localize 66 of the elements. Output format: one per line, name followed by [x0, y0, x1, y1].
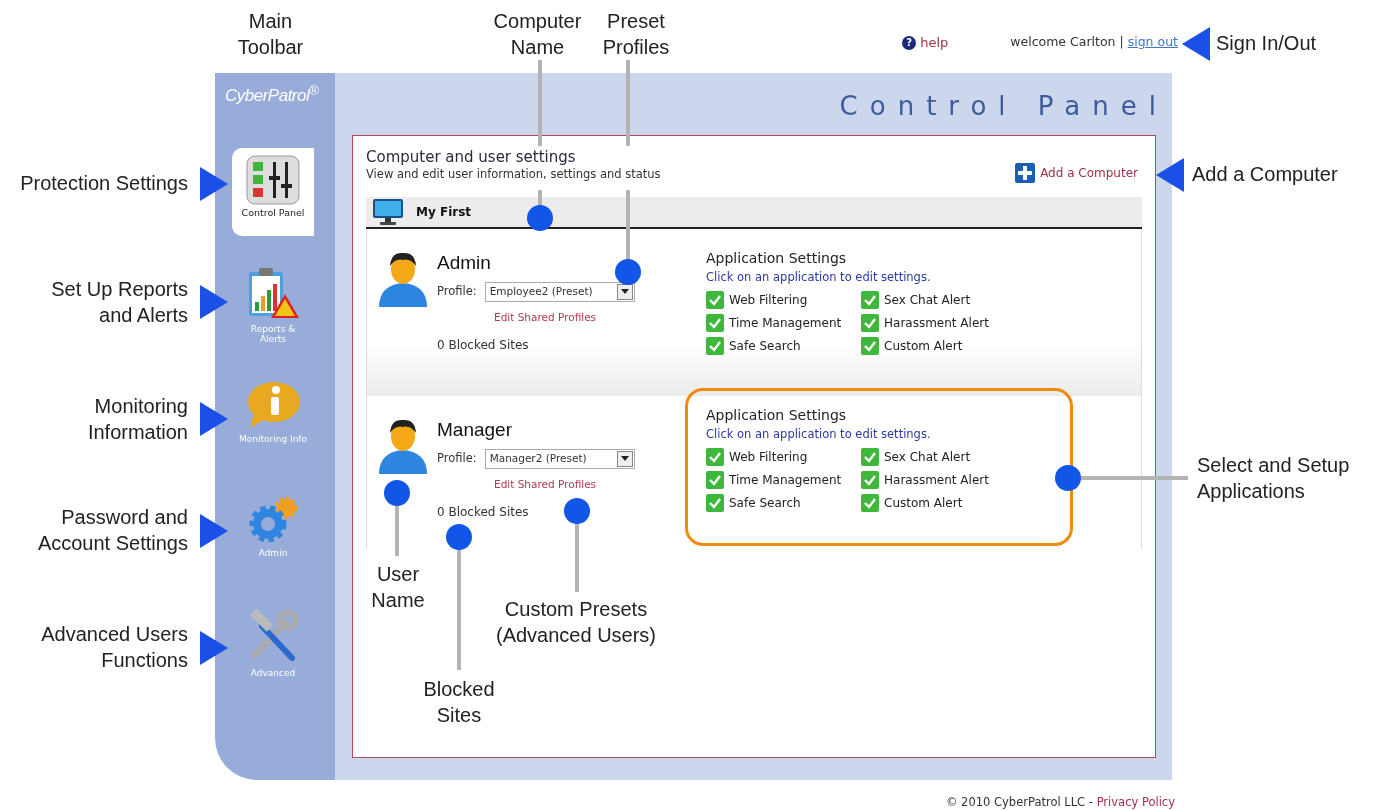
application-item[interactable]: Harassment Alert [861, 470, 1021, 489]
pointer-arrow [1156, 158, 1184, 192]
add-computer-link[interactable]: Add a Computer [1015, 163, 1138, 184]
pointer-arrow [200, 285, 228, 319]
pointer-arrow [200, 514, 228, 548]
profile-dropdown[interactable]: Employee2 (Preset) [484, 281, 635, 302]
callout-label: Set Up Reports and Alerts [50, 277, 188, 328]
pointer-arrow [200, 167, 228, 201]
callout-label: Sign In/Out [1216, 31, 1318, 56]
settings-hint: Click on an application to edit settings. [706, 426, 932, 444]
pointer-arrow [200, 402, 228, 436]
application-item[interactable]: Web Filtering [706, 290, 861, 309]
caret-icon [616, 283, 633, 300]
application-item[interactable]: Safe Search [706, 493, 861, 512]
privacy-policy-link[interactable]: Privacy Policy [1096, 795, 1175, 809]
callout-label: Blocked Sites [422, 677, 496, 728]
page-title: Control Panel [838, 90, 1168, 123]
callout-label: Custom Presets (Advanced Users) [494, 597, 658, 648]
application-item[interactable]: Web Filtering [706, 447, 861, 466]
settings-heading: Application Settings [706, 249, 848, 269]
callout-label: Preset Profiles [601, 9, 671, 60]
field-label: Profile: [437, 450, 477, 468]
sliders-icon [245, 154, 301, 206]
section-title: Computer and user settings [366, 148, 577, 166]
blocked-sites-count: 0 Blocked Sites [437, 336, 530, 354]
caret-icon [616, 450, 633, 467]
callout-label: Select and Setup Applications [1197, 453, 1351, 504]
edit-profiles-link[interactable]: Edit Shared Profiles [494, 476, 635, 493]
application-item[interactable]: Safe Search [706, 336, 861, 355]
user-name: Admin [437, 251, 492, 276]
pointer-arrow [200, 631, 228, 665]
settings-heading: Application Settings [706, 406, 848, 426]
application-item[interactable]: Time Management [706, 313, 861, 332]
callout-label: User Name [370, 562, 426, 613]
application-item[interactable]: Harassment Alert [861, 313, 1021, 332]
computer-name: My First [416, 204, 472, 222]
toolbar-tab[interactable]: Control Panel [232, 148, 314, 236]
settings-hint: Click on an application to edit settings. [706, 269, 932, 287]
sign-out-link[interactable]: sign out [1127, 33, 1178, 52]
callout-label: Monitoring Information [86, 394, 188, 445]
section-subtitle: View and edit user information, settings and status [366, 166, 661, 183]
separator: | [1119, 33, 1124, 51]
help-link[interactable]: ? help [902, 33, 949, 53]
logo: CyberPatrol$^{®}$ [224, 81, 320, 107]
application-item[interactable]: Time Management [706, 470, 861, 489]
callout-label: Computer Name [492, 9, 583, 60]
callout-label: Advanced Users Functions [40, 622, 188, 673]
edit-profiles-link[interactable]: Edit Shared Profiles [494, 309, 635, 326]
pointer-arrow [1182, 27, 1210, 61]
copyright-text: © 2010 CyberPatrol LLC - [945, 795, 1093, 809]
callout-label: Add a Computer [1192, 162, 1339, 187]
application-item[interactable]: Custom Alert [861, 493, 1021, 512]
blocked-sites-count: 0 Blocked Sites [437, 503, 530, 521]
application-item[interactable]: Custom Alert [861, 336, 1021, 355]
plus-icon [1015, 163, 1036, 184]
field-label: Profile: [437, 283, 477, 301]
welcome-text: welcome Carlton [1010, 33, 1116, 51]
profile-dropdown[interactable]: Manager2 (Preset) [484, 448, 635, 469]
callout-label: Main Toolbar [236, 9, 305, 60]
help-icon: ? [902, 35, 917, 50]
user-name: Manager [437, 418, 513, 443]
callout-label: Password and Account Settings [36, 505, 188, 556]
monitor-icon [372, 198, 404, 227]
callout-label: Protection Settings [19, 171, 188, 196]
application-item[interactable]: Sex Chat Alert [861, 447, 1021, 466]
application-item[interactable]: Sex Chat Alert [861, 290, 1021, 309]
